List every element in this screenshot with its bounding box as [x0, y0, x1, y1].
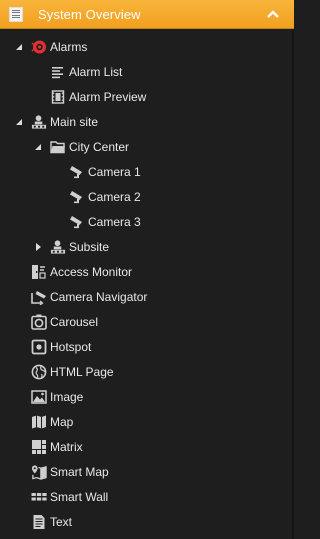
alarm-icon [31, 39, 47, 55]
tree-item-alarms[interactable]: Alarms [0, 34, 294, 59]
chevron-up-icon[interactable] [266, 8, 280, 20]
list-panel-icon [9, 6, 23, 22]
smart-wall-icon [31, 489, 47, 505]
text-icon [31, 514, 47, 530]
tree-item-camera-3[interactable]: Camera 3 [0, 209, 294, 234]
tree-item-label: HTML Page [50, 364, 114, 379]
matrix-icon [31, 439, 47, 455]
tree-item-camera-2[interactable]: Camera 2 [0, 184, 294, 209]
tree-item-map[interactable]: Map [0, 409, 294, 434]
tree-item-label: Alarms [50, 39, 88, 54]
panel-header[interactable]: System Overview [0, 0, 294, 29]
smart-map-icon [31, 464, 47, 480]
panel-edge [292, 29, 294, 539]
tree-item-label: Matrix [50, 439, 83, 454]
folder-icon [50, 139, 66, 155]
tree-item-label: Text [50, 514, 73, 529]
globe-icon [31, 364, 47, 380]
tree-item-smart-map[interactable]: Smart Map [0, 459, 294, 484]
tree-item-alarm-list[interactable]: Alarm List [0, 59, 294, 84]
tree-item-access-monitor[interactable]: Access Monitor [0, 259, 294, 284]
tree-item-label: Camera Navigator [50, 289, 148, 304]
tree-item-carousel[interactable]: Carousel [0, 309, 294, 334]
tree-item-hotspot[interactable]: Hotspot [0, 334, 294, 359]
site-icon [31, 114, 47, 130]
tree-item-label: Main site [50, 114, 99, 129]
tree-item-city-center[interactable]: City Center [0, 134, 294, 159]
site-icon [50, 239, 66, 255]
tree-item-label: Hotspot [50, 339, 92, 354]
tree-item-main-site[interactable]: Main site [0, 109, 294, 134]
tree-item-label: Camera 1 [88, 164, 141, 179]
tree-item-subsite[interactable]: Subsite [0, 234, 294, 259]
image-icon [31, 389, 47, 405]
expanded-arrow-icon[interactable] [33, 142, 43, 152]
map-icon [31, 414, 47, 430]
list-icon [50, 64, 66, 80]
tree-item-html-page[interactable]: HTML Page [0, 359, 294, 384]
tree-item-label: Alarm List [69, 64, 123, 79]
panel-title: System Overview [38, 6, 141, 22]
expanded-arrow-icon[interactable] [14, 42, 24, 52]
camera-icon [69, 189, 85, 205]
film-icon [50, 89, 66, 105]
tree-item-smart-wall[interactable]: Smart Wall [0, 484, 294, 509]
tree-item-alarm-preview[interactable]: Alarm Preview [0, 84, 294, 109]
tree-item-camera-navigator[interactable]: Camera Navigator [0, 284, 294, 309]
tree-item-label: City Center [69, 139, 130, 154]
camera-navigator-icon [31, 289, 47, 305]
tree-item-label: Carousel [50, 314, 99, 329]
tree-item-label: Map [50, 414, 74, 429]
camera-icon [69, 214, 85, 230]
tree-item-matrix[interactable]: Matrix [0, 434, 294, 459]
tree-item-image[interactable]: Image [0, 384, 294, 409]
tree-item-text[interactable]: Text [0, 509, 294, 534]
tree-item-camera-1[interactable]: Camera 1 [0, 159, 294, 184]
hotspot-icon [31, 339, 47, 355]
camera-icon [69, 164, 85, 180]
access-monitor-icon [31, 264, 47, 280]
tree-item-label: Access Monitor [50, 264, 133, 279]
tree-item-label: Camera 3 [88, 214, 141, 229]
tree-item-label: Subsite [69, 239, 110, 254]
tree-item-label: Camera 2 [88, 189, 141, 204]
tree-item-label: Smart Map [50, 464, 109, 479]
tree-item-label: Smart Wall [50, 489, 109, 504]
tree-item-label: Image [50, 389, 84, 404]
tree-item-label: Alarm Preview [69, 89, 147, 104]
collapsed-arrow-icon[interactable] [33, 242, 43, 252]
expanded-arrow-icon[interactable] [14, 117, 24, 127]
carousel-icon [31, 314, 47, 330]
